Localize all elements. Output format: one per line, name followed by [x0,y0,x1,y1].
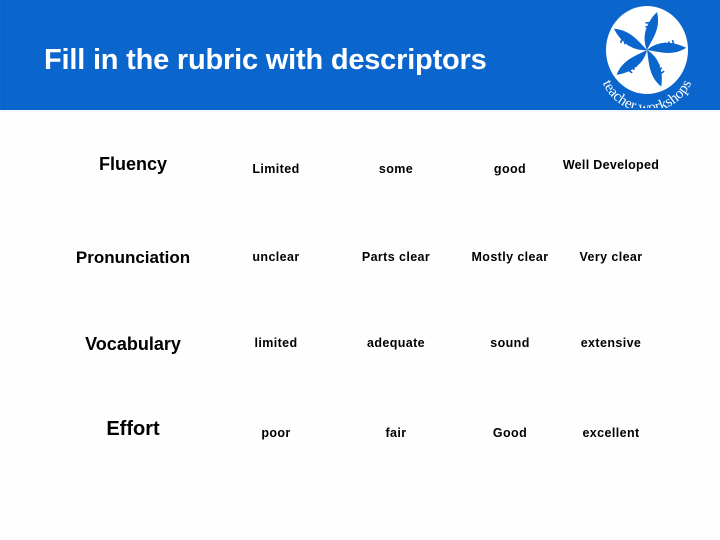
table-row: Effort poor fair Good excellent [0,404,720,492]
level-descriptor: adequate [366,336,426,350]
table-row: Pronunciation unclear Parts clear Mostly… [0,228,720,316]
level-descriptor: limited [254,336,298,350]
level-descriptor: Well Developed [562,158,660,172]
level-descriptor: unclear [252,250,300,264]
slide: Fill in the rubric with descriptors teac… [0,0,720,540]
table-row: Fluency Limited some good Well Developed [0,140,720,228]
level-descriptor: good [493,162,527,176]
level-descriptor: extensive [580,336,642,350]
level-descriptor: Limited [252,162,300,176]
level-descriptor: poor [261,426,291,440]
rubric-table: Fluency Limited some good Well Developed… [0,140,720,492]
level-descriptor: sound [490,336,530,350]
header-underline [0,110,720,112]
page-title: Fill in the rubric with descriptors [44,44,487,76]
level-descriptor: Parts clear [361,250,431,264]
level-descriptor: fair [385,426,407,440]
level-descriptor: Very clear [579,250,643,264]
criterion-label: Vocabulary [85,334,181,354]
table-row: Vocabulary limited adequate sound extens… [0,316,720,404]
level-descriptor: excellent [582,426,640,440]
criterion-label: Pronunciation [75,248,191,267]
header-left-edge-line [3,0,4,110]
criterion-label: Effort [106,418,160,440]
level-descriptor: Good [492,426,528,440]
level-descriptor: Mostly clear [471,250,549,264]
criterion-label: Fluency [98,154,168,174]
level-descriptor: some [378,162,414,176]
teacher-workshops-logo: teacher workshops [588,4,706,108]
